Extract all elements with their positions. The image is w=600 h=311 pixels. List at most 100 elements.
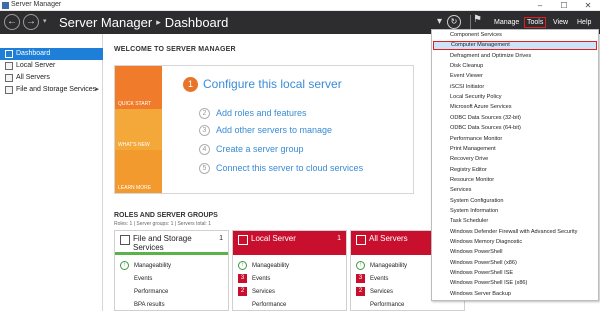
sidebar-item-dashboard[interactable]: Dashboard [0, 48, 103, 60]
tools-menu-item-disk-cleanup[interactable]: Disk Cleanup [433, 62, 597, 71]
chevron-down-icon[interactable]: ▾ [43, 17, 47, 25]
menu-view[interactable]: View [553, 19, 568, 26]
tools-menu-item-performance-monitor[interactable]: Performance Monitor [433, 135, 597, 144]
alert-count-badge: 3 [356, 274, 365, 283]
refresh-icon[interactable]: ↻ [447, 15, 461, 29]
role-icon [238, 235, 248, 245]
alert-count-badge: 2 [238, 287, 247, 296]
tile-row-performance[interactable]: Performance [120, 287, 168, 297]
local-server-tile[interactable]: Local Server 1 ↑ Manageability 3 Events 2 Servi… [232, 230, 347, 311]
tools-menu-item-windows-powershell-x86[interactable]: Windows PowerShell (x86) [433, 259, 597, 268]
tools-menu-item-windows-server-backup[interactable]: Windows Server Backup [433, 290, 597, 299]
tools-menu-item-task-scheduler[interactable]: Task Scheduler [433, 217, 597, 226]
tile-count: 1 [337, 235, 341, 242]
create-server-group-link[interactable]: Create a server group [216, 144, 304, 154]
tile-row-events[interactable]: Events [120, 274, 152, 284]
tools-menu-item-windows-memory-diagnostic[interactable]: Windows Memory Diagnostic [433, 238, 597, 247]
tile-row-manageability[interactable]: ↑ Manageability [238, 261, 289, 271]
add-roles-features-link[interactable]: Add roles and features [216, 108, 307, 118]
notifications-flag-icon[interactable]: ⚑ [473, 14, 482, 25]
tools-menu-item-system-configuration[interactable]: System Configuration [433, 197, 597, 206]
tile-header[interactable]: File and Storage Services 1 [115, 231, 228, 255]
status-spacer [120, 287, 129, 296]
tools-menu-item-defragment-and-optimize-drives[interactable]: Defragment and Optimize Drives [433, 52, 597, 61]
welcome-side-nav: QUICK START WHAT'S NEW LEARN MORE [115, 66, 162, 193]
chevron-right-icon[interactable]: ▸ [95, 84, 99, 96]
alert-count-badge: 2 [356, 287, 365, 296]
tools-menu-item-resource-monitor[interactable]: Resource Monitor [433, 176, 597, 185]
tile-header[interactable]: Local Server 1 [233, 231, 346, 255]
breadcrumb-app[interactable]: Server Manager [59, 15, 152, 30]
connect-cloud-link[interactable]: Connect this server to cloud services [216, 163, 363, 173]
breadcrumb-separator: ▸ [156, 17, 161, 27]
breadcrumb: Server Manager ▸ Dashboard [59, 15, 228, 30]
whats-new-tab[interactable]: WHAT'S NEW [115, 109, 162, 150]
tools-menu-item-recovery-drive[interactable]: Recovery Drive [433, 155, 597, 164]
learn-more-tab[interactable]: LEARN MORE [115, 150, 162, 193]
tools-menu-item-odbc-data-sources-64-bit[interactable]: ODBC Data Sources (64-bit) [433, 124, 597, 133]
server-manager-app-icon [2, 2, 9, 9]
tile-row-label: Services [370, 289, 394, 296]
tile-row-events[interactable]: 3 Events [238, 274, 270, 284]
window-title-bar: Server Manager – ☐ ✕ [0, 0, 600, 11]
servers-icon [5, 74, 13, 82]
add-other-servers-link[interactable]: Add other servers to manage [216, 125, 332, 135]
sidebar-item-file-storage[interactable]: File and Storage Services ▸ [0, 84, 103, 96]
status-spacer [238, 300, 247, 309]
step-number-3: 3 [199, 125, 210, 136]
minimize-button[interactable]: – [528, 0, 552, 11]
tools-menu-item-computer-management[interactable]: Computer Management [433, 41, 597, 51]
tools-menu-item-microsoft-azure-services[interactable]: Microsoft Azure Services [433, 103, 597, 112]
tile-row-label: Performance [252, 302, 287, 309]
tile-row-label: Manageability [370, 263, 408, 270]
tile-row-performance[interactable]: Performance [238, 300, 286, 310]
tools-menu-item-windows-powershell-ise[interactable]: Windows PowerShell ISE [433, 269, 597, 278]
arrow-left-icon: ← [7, 16, 17, 27]
tools-menu-item-odbc-data-sources-32-bit[interactable]: ODBC Data Sources (32-bit) [433, 114, 597, 123]
breadcrumb-page: Dashboard [164, 15, 229, 30]
tools-menu-item-iscsi-initiator[interactable]: iSCSI Initiator [433, 83, 597, 92]
tile-row-services[interactable]: 2 Services [356, 287, 393, 297]
tools-menu-item-component-services[interactable]: Component Services [433, 31, 597, 40]
tile-row-manageability[interactable]: ↑ Manageability [120, 261, 171, 271]
close-button[interactable]: ✕ [576, 0, 600, 11]
sidebar-item-local-server[interactable]: Local Server [0, 60, 103, 72]
tools-menu-item-windows-defender-firewall-with-advanced-security[interactable]: Windows Defender Firewall with Advanced … [433, 228, 597, 237]
status-spacer [120, 300, 129, 309]
quick-start-tab[interactable]: QUICK START [115, 66, 162, 109]
status-spacer [356, 300, 365, 309]
tile-row-label: BPA results [134, 302, 165, 309]
tools-menu-item-print-management[interactable]: Print Management [433, 145, 597, 154]
tile-title: Local Server [251, 234, 296, 243]
tile-row-label: Performance [370, 302, 405, 309]
file-storage-services-tile[interactable]: File and Storage Services 1 ↑ Manageability… [114, 230, 229, 311]
tools-menu-item-windows-powershell-ise-x86[interactable]: Windows PowerShell ISE (x86) [433, 279, 597, 288]
tile-count: 1 [219, 235, 223, 242]
tools-menu-item-registry-editor[interactable]: Registry Editor [433, 166, 597, 175]
configure-local-server-link[interactable]: Configure this local server [203, 77, 342, 91]
tools-menu-item-system-information[interactable]: System Information [433, 207, 597, 216]
sidebar-item-all-servers[interactable]: All Servers [0, 72, 103, 84]
refresh-dropdown-chevron-icon[interactable]: ▾ [437, 16, 442, 27]
menu-tools[interactable]: Tools [523, 17, 547, 28]
back-button[interactable]: ← [4, 14, 20, 30]
maximize-button[interactable]: ☐ [552, 0, 576, 11]
roles-summary: Roles: 1 | Server groups: 1 | Servers to… [114, 221, 212, 227]
status-ok-icon: ↑ [356, 261, 365, 270]
tools-menu-item-services[interactable]: Services [433, 186, 597, 195]
tile-row-events[interactable]: 3 Events [356, 274, 388, 284]
tile-row-label: Events [370, 276, 389, 283]
tile-row-bpa-results[interactable]: BPA results [120, 300, 165, 310]
tile-row-manageability[interactable]: ↑ Manageability [356, 261, 407, 271]
tools-menu-item-event-viewer[interactable]: Event Viewer [433, 72, 597, 81]
tile-row-label: Performance [134, 289, 169, 296]
tile-row-performance[interactable]: Performance [356, 300, 404, 310]
tools-menu-item-local-security-policy[interactable]: Local Security Policy [433, 93, 597, 102]
tile-row-label: Events [252, 276, 271, 283]
menu-manage[interactable]: Manage [494, 19, 519, 26]
tools-menu-item-windows-powershell[interactable]: Windows PowerShell [433, 248, 597, 257]
menu-help[interactable]: Help [577, 19, 591, 26]
tile-row-services[interactable]: 2 Services [238, 287, 275, 297]
forward-button[interactable]: → [23, 14, 39, 30]
server-icon [5, 62, 13, 70]
